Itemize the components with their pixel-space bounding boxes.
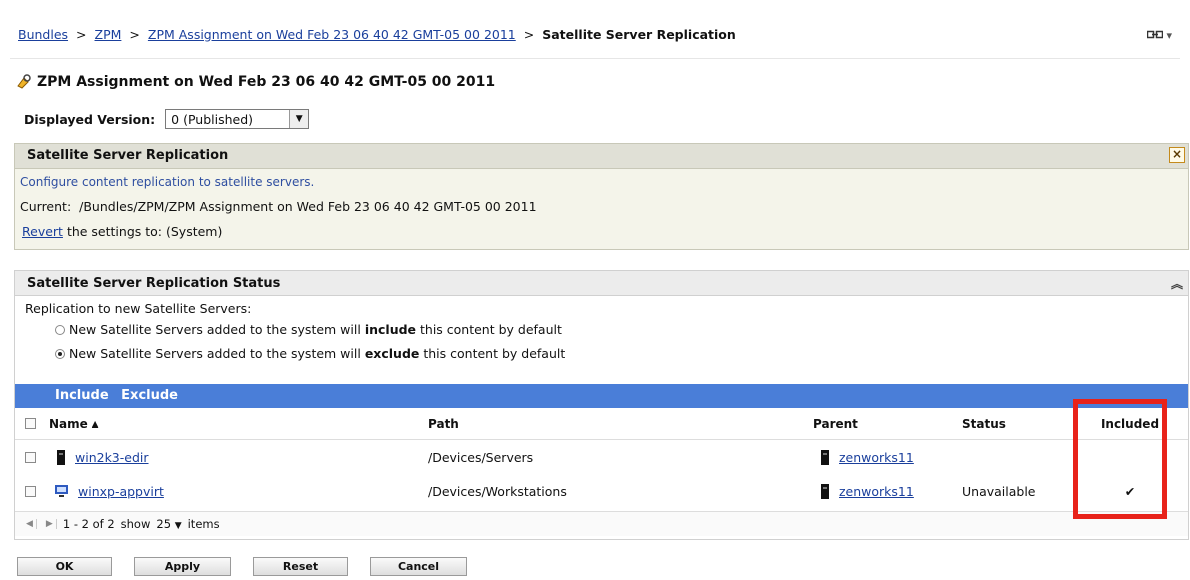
table-row: winxp-appvirt /Devices/Workstations zenw… — [15, 474, 1188, 508]
close-icon[interactable]: × — [1169, 147, 1185, 163]
parent-cell: zenworks11 — [821, 474, 914, 508]
breadcrumb: Bundles > ZPM > ZPM Assignment on Wed Feb 23… — [18, 27, 736, 42]
column-header-status[interactable]: Status — [962, 408, 1006, 439]
displayed-version-label: Displayed Version: — [24, 111, 156, 127]
chevron-down-icon[interactable]: ▼ — [175, 521, 182, 531]
row-checkbox[interactable] — [25, 485, 36, 497]
row-select-cell — [25, 440, 36, 474]
exclude-action[interactable]: Exclude — [121, 388, 178, 403]
included-column-highlight — [1073, 399, 1167, 519]
current-label: Current: — [20, 199, 72, 214]
reset-button[interactable]: Reset — [253, 557, 348, 576]
column-name-label: Name — [49, 416, 88, 431]
page-title-text: ZPM Assignment on Wed Feb 23 06 40 42 GM… — [37, 74, 496, 90]
revert-row: Revert the settings to: (System) — [15, 214, 1188, 239]
breadcrumb-separator: > — [76, 27, 87, 42]
workstation-icon — [55, 485, 68, 497]
device-path: /Devices/Servers — [428, 449, 534, 465]
page-size-value: 25 — [156, 517, 172, 531]
row-checkbox[interactable] — [25, 451, 36, 463]
server-icon — [821, 449, 829, 465]
device-link[interactable]: win2k3-edir — [75, 450, 149, 465]
option-text: New Satellite Servers added to the syste… — [69, 322, 365, 337]
server-icon — [57, 449, 65, 465]
device-name-cell: winxp-appvirt — [55, 474, 164, 508]
option-keyword: exclude — [364, 346, 420, 361]
displayed-version-value: 0 (Published) — [171, 111, 254, 127]
replication-status-panel: Satellite Server Replication Status ︽ Re… — [14, 270, 1189, 540]
include-radio[interactable] — [55, 324, 65, 335]
exclude-by-default-option[interactable]: New Satellite Servers added to the syste… — [55, 346, 565, 361]
next-page-icon[interactable]: ▶ — [43, 519, 57, 529]
device-name-cell: win2k3-edir — [57, 440, 149, 474]
parent-link[interactable]: zenworks11 — [839, 484, 914, 499]
breadcrumb-current: Satellite Server Replication — [542, 27, 736, 42]
displayed-version-select[interactable]: 0 (Published) ▼ — [165, 109, 310, 129]
server-icon — [821, 483, 829, 499]
replication-settings-panel: Satellite Server Replication × Configure… — [14, 143, 1189, 250]
breadcrumb-separator: > — [129, 27, 140, 42]
replication-settings-header: Satellite Server Replication × — [15, 144, 1188, 169]
panel-title: Satellite Server Replication — [27, 148, 229, 163]
sort-ascending-icon[interactable]: ▲ — [92, 419, 98, 428]
table-header-row: Name ▲ Path Parent Status Included — [15, 408, 1188, 440]
page-title: ZPM Assignment on Wed Feb 23 06 40 42 GM… — [16, 74, 495, 90]
breadcrumb-link-zpm[interactable]: ZPM — [95, 27, 122, 42]
footer-buttons: OK Apply Reset Cancel — [17, 557, 467, 576]
exclude-option-label: New Satellite Servers added to the syste… — [69, 346, 565, 361]
parent-cell: zenworks11 — [821, 440, 914, 474]
table-action-bar: Include Exclude — [15, 384, 1188, 408]
revert-text: the settings to: (System) — [66, 224, 223, 239]
current-path: /Bundles/ZPM/ZPM Assignment on Wed Feb 2… — [79, 199, 537, 214]
column-header-parent[interactable]: Parent — [813, 408, 858, 439]
pager-items-label: items — [187, 517, 220, 531]
column-header-name[interactable]: Name ▲ — [49, 408, 98, 439]
option-text: New Satellite Servers added to the syste… — [69, 346, 365, 361]
include-option-label: New Satellite Servers added to the syste… — [69, 322, 562, 337]
option-keyword: include — [364, 322, 417, 337]
current-setting: Current: /Bundles/ZPM/ZPM Assignment on … — [15, 189, 1188, 214]
pager-show-label: show — [120, 517, 151, 531]
parent-link[interactable]: zenworks11 — [839, 450, 914, 465]
select-all-cell — [25, 408, 36, 439]
table-pager: ◀ ▶ 1 - 2 of 2 show 25 ▼ items — [15, 511, 1188, 536]
ok-button[interactable]: OK — [17, 557, 112, 576]
select-all-checkbox[interactable] — [25, 418, 36, 429]
pager-range: 1 - 2 of 2 — [62, 517, 115, 531]
option-text: this content by default — [419, 346, 566, 361]
replication-label: Replication to new Satellite Servers: — [25, 301, 252, 316]
column-header-path[interactable]: Path — [428, 408, 459, 439]
bundle-icon — [17, 74, 31, 89]
page-size-select[interactable]: 25 ▼ — [156, 517, 181, 531]
device-status: Unavailable — [962, 483, 1036, 499]
panel-description: Configure content replication to satelli… — [20, 175, 315, 189]
header-divider — [10, 58, 1180, 59]
previous-page-icon[interactable]: ◀ — [23, 519, 37, 529]
cancel-button[interactable]: Cancel — [370, 557, 467, 576]
table-row: win2k3-edir /Devices/Servers zenworks11 — [15, 440, 1188, 474]
breadcrumb-link-bundles[interactable]: Bundles — [18, 27, 68, 42]
dropdown-arrow-icon[interactable]: ▼ — [289, 110, 309, 128]
chevron-down-icon[interactable]: ▾ — [1166, 29, 1172, 42]
panel-title: Satellite Server Replication Status — [27, 276, 281, 291]
header-tools[interactable]: ▾ — [1146, 29, 1172, 42]
link-icon[interactable] — [1146, 30, 1164, 39]
collapse-icon[interactable]: ︽ — [1171, 271, 1183, 297]
include-by-default-option[interactable]: New Satellite Servers added to the syste… — [55, 322, 562, 337]
row-select-cell — [25, 474, 36, 508]
replication-status-header: Satellite Server Replication Status ︽ — [15, 271, 1188, 296]
option-text: this content by default — [416, 322, 562, 337]
breadcrumb-link-assignment[interactable]: ZPM Assignment on Wed Feb 23 06 40 42 GM… — [148, 27, 516, 42]
include-action[interactable]: Include — [55, 388, 109, 403]
device-path: /Devices/Workstations — [428, 483, 567, 499]
displayed-version-row: Displayed Version: 0 (Published) ▼ — [24, 109, 310, 129]
revert-link[interactable]: Revert — [22, 224, 63, 239]
device-link[interactable]: winxp-appvirt — [78, 484, 164, 499]
exclude-radio[interactable] — [55, 348, 65, 359]
apply-button[interactable]: Apply — [134, 557, 231, 576]
breadcrumb-separator: > — [523, 27, 535, 42]
